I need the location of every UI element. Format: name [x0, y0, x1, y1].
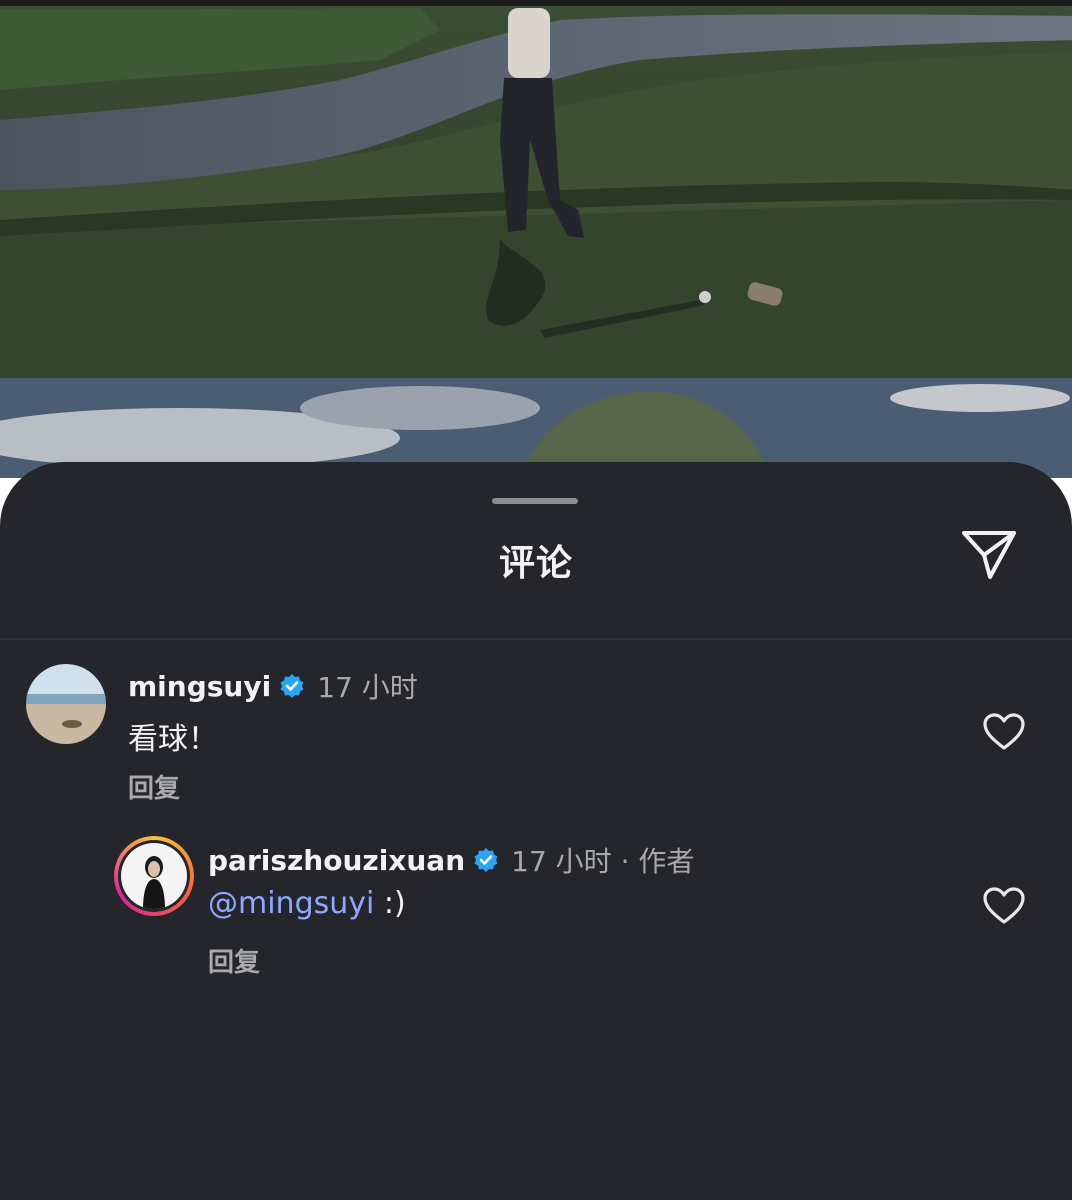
- sheet-title: 评论: [498, 543, 573, 584]
- comment-timestamp: 17 小时: [317, 671, 418, 704]
- heart-outline-icon: [982, 713, 1026, 756]
- comment-username[interactable]: pariszhouzixuan: [208, 844, 465, 877]
- avatar[interactable]: [26, 664, 106, 744]
- right-edge-strip: [1072, 0, 1076, 1200]
- share-button[interactable]: [954, 526, 1024, 586]
- mention-link[interactable]: @mingsuyi: [208, 886, 374, 921]
- verified-badge-icon: [473, 847, 499, 873]
- comments-sheet: 评论 mingsuyi 17 小时 看球！ 回复 pariszhouzixuan…: [0, 462, 1072, 1200]
- reply-comment-item: pariszhouzixuan 17 小时 · 作者 @mingsuyi :) …: [0, 832, 1072, 992]
- sheet-drag-handle[interactable]: [492, 498, 578, 504]
- header-divider: [0, 638, 1072, 640]
- comment-item: mingsuyi 17 小时 看球！ 回复: [0, 658, 1072, 818]
- verified-badge-icon: [279, 673, 305, 699]
- comment-text: @mingsuyi :): [208, 886, 406, 921]
- comment-text: 看球！: [128, 722, 218, 757]
- comment-username[interactable]: mingsuyi: [128, 670, 271, 703]
- like-button[interactable]: [982, 886, 1026, 926]
- paper-plane-icon: [960, 527, 1018, 585]
- story-ring-avatar[interactable]: [114, 836, 194, 916]
- comment-timestamp-author: 17 小时 · 作者: [511, 845, 695, 878]
- reply-button[interactable]: 回复: [128, 768, 180, 805]
- reply-button[interactable]: 回复: [208, 942, 260, 979]
- post-photo-golf-course: [0, 0, 1076, 378]
- comment-text-suffix: :): [374, 886, 406, 921]
- heart-outline-icon: [982, 887, 1026, 930]
- like-button[interactable]: [982, 712, 1026, 752]
